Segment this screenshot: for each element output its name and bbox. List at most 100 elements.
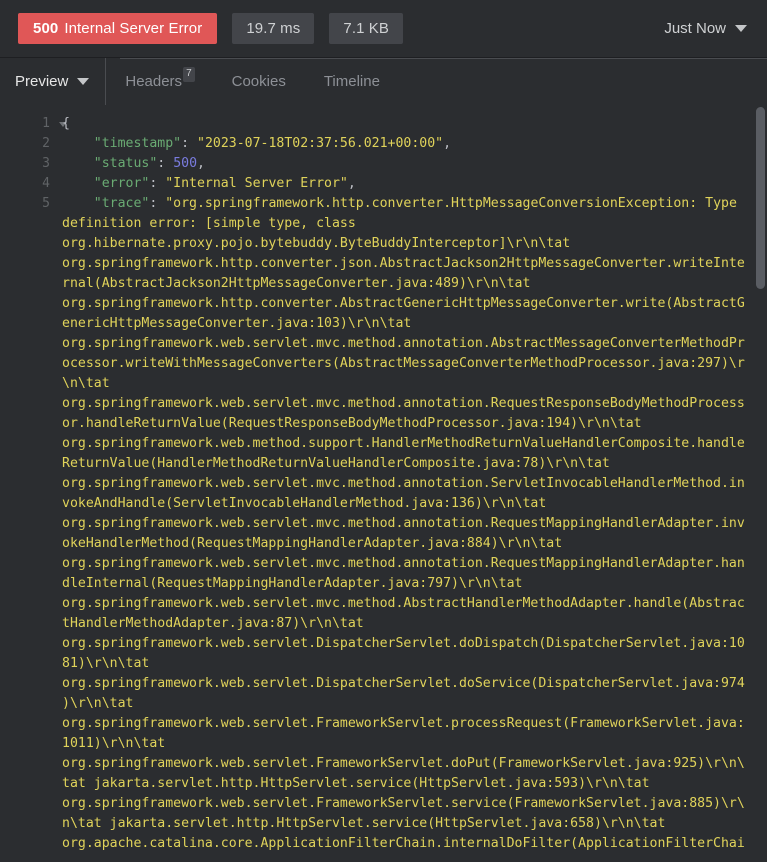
code-line: n\tat jakarta.servlet.http.HttpServlet.s… [62, 814, 745, 834]
code-line: org.springframework.web.servlet.Framewor… [62, 714, 745, 734]
code-token: okeHandlerMethod(RequestMappingHandlerAd… [62, 536, 563, 551]
code-line: vokeAndHandle(ServletInvocableHandlerMet… [62, 494, 745, 514]
code-token: definition error: [simple type, class [62, 216, 356, 231]
tab-headers[interactable]: Headers 7 [106, 58, 212, 105]
code-line: okeHandlerMethod(RequestMappingHandlerAd… [62, 534, 745, 554]
timestamp-label: Just Now [664, 20, 726, 37]
code-line: org.springframework.web.method.support.H… [62, 434, 745, 454]
code-line: org.springframework.http.converter.Abstr… [62, 294, 745, 314]
code-line: org.springframework.web.servlet.mvc.meth… [62, 334, 745, 354]
code-token: : [149, 176, 166, 191]
code-token: org.springframework.web.servlet.mvc.meth… [62, 516, 745, 531]
code-line: org.springframework.web.servlet.mvc.meth… [62, 594, 745, 614]
code-token: or.handleReturnValue(RequestResponseBody… [62, 416, 642, 431]
tab-preview-label: Preview [15, 73, 69, 90]
json-code-content[interactable]: { "timestamp": "2023-07-18T02:37:56.021+… [62, 114, 745, 854]
code-token: n\tat jakarta.servlet.http.HttpServlet.s… [62, 816, 666, 831]
tab-headers-count-badge: 7 [183, 67, 195, 82]
json-preview-panel: 1 2 3 4 5 { "timestamp": "2023-07-18T02:37:5… [0, 105, 767, 862]
code-token: : [181, 136, 197, 151]
code-token: , [443, 136, 452, 151]
code-token: org.springframework.http.converter.json.… [62, 256, 745, 271]
code-line: 1011)\r\n\tat [62, 734, 745, 754]
status-badge: 500 Internal Server Error [18, 13, 218, 44]
code-line: org.hibernate.proxy.pojo.bytebuddy.ByteB… [62, 234, 745, 254]
code-scroll-viewport[interactable]: { "timestamp": "2023-07-18T02:37:56.021+… [57, 105, 767, 862]
code-token: rnal(AbstractJackson2HttpMessageConverte… [62, 276, 531, 291]
status-code: 500 [33, 20, 59, 37]
code-token: org.springframework.web.servlet.mvc.meth… [62, 596, 745, 611]
code-token: org.springframework.web.servlet.mvc.meth… [62, 336, 745, 351]
code-line: or.handleReturnValue(RequestResponseBody… [62, 414, 745, 434]
code-token: org.springframework.web.servlet.mvc.meth… [62, 476, 745, 491]
code-line: tat jakarta.servlet.http.HttpServlet.ser… [62, 774, 745, 794]
code-token: ReturnValue(HandlerMethodReturnValueHand… [62, 456, 610, 471]
code-token: org.springframework.http.converter.Abstr… [62, 296, 745, 311]
size-badge: 7.1 KB [329, 13, 404, 44]
code-token: "org.springframework.http.converter.Http… [165, 196, 737, 211]
code-token: "timestamp" [93, 136, 182, 151]
code-token: , [197, 156, 205, 171]
line-number: 5 [42, 196, 50, 211]
code-token: "2023-07-18T02:37:56.021+00:00" [197, 136, 444, 151]
code-token: org.apache.catalina.core.ApplicationFilt… [62, 836, 745, 851]
code-line: { [62, 114, 745, 134]
code-line: org.springframework.web.servlet.Dispatch… [62, 634, 745, 654]
code-token: tHandlerMethodAdapter.java:87)\r\n\tat [62, 616, 364, 631]
timestamp-dropdown[interactable]: Just Now [664, 20, 753, 37]
code-line: org.springframework.web.servlet.Framewor… [62, 794, 745, 814]
code-line: "status": 500, [62, 154, 745, 174]
code-token: org.springframework.web.servlet.Dispatch… [62, 636, 745, 651]
code-token: : [149, 196, 166, 211]
tab-preview[interactable]: Preview [0, 58, 107, 105]
code-token: org.springframework.web.servlet.Framewor… [62, 716, 745, 731]
code-token: vokeAndHandle(ServletInvocableHandlerMet… [62, 496, 547, 511]
tab-headers-label: Headers [125, 73, 183, 90]
tab-cookies-label: Cookies [231, 73, 286, 90]
code-line: enericHttpMessageConverter.java:103)\r\n… [62, 314, 745, 334]
tab-timeline[interactable]: Timeline [305, 58, 399, 105]
code-token: enericHttpMessageConverter.java:103)\r\n… [62, 316, 412, 331]
code-line: tHandlerMethodAdapter.java:87)\r\n\tat [62, 614, 745, 634]
response-tab-bar: Preview Headers 7 Cookies Timeline [0, 58, 767, 105]
code-line: org.springframework.web.servlet.mvc.meth… [62, 554, 745, 574]
code-line: "timestamp": "2023-07-18T02:37:56.021+00… [62, 134, 745, 154]
response-status-bar: 500 Internal Server Error 19.7 ms 7.1 KB … [0, 0, 767, 58]
line-number-gutter: 1 2 3 4 5 [0, 105, 67, 862]
code-token: dleInternal(RequestMappingHandlerAdapter… [62, 576, 523, 591]
code-line: rnal(AbstractJackson2HttpMessageConverte… [62, 274, 745, 294]
code-line: "trace": "org.springframework.http.conve… [62, 194, 745, 214]
code-token: 1011)\r\n\tat [62, 736, 166, 751]
line-number: 4 [42, 176, 50, 191]
code-token: : [157, 156, 174, 171]
code-line: org.springframework.web.servlet.Dispatch… [62, 674, 745, 694]
code-line: org.apache.catalina.core.ApplicationFilt… [62, 834, 745, 854]
code-token: \n\tat [62, 376, 110, 391]
code-line: )\r\n\tat [62, 694, 745, 714]
code-line: org.springframework.web.servlet.Framewor… [62, 754, 745, 774]
code-token: "trace" [93, 196, 150, 211]
vertical-scrollbar-thumb[interactable] [756, 107, 765, 289]
code-token: )\r\n\tat [62, 696, 134, 711]
vertical-scrollbar[interactable] [754, 105, 767, 862]
code-token: "error" [93, 176, 150, 191]
code-token: 500 [173, 156, 198, 171]
code-line: ocessor.writeWithMessageConverters(Abstr… [62, 354, 745, 374]
code-line: dleInternal(RequestMappingHandlerAdapter… [62, 574, 745, 594]
tab-timeline-label: Timeline [323, 73, 380, 90]
chevron-down-icon [735, 25, 747, 32]
code-line: "error": "Internal Server Error", [62, 174, 745, 194]
code-token: ocessor.writeWithMessageConverters(Abstr… [62, 356, 745, 371]
tab-cookies[interactable]: Cookies [213, 58, 305, 105]
code-token: org.springframework.web.servlet.Framewor… [62, 756, 745, 771]
code-token: , [347, 176, 356, 191]
chevron-down-icon[interactable] [77, 78, 90, 85]
duration-badge: 19.7 ms [232, 13, 315, 44]
code-line: org.springframework.http.converter.json.… [62, 254, 745, 274]
line-number: 2 [42, 136, 50, 151]
line-number: 1 [0, 114, 67, 134]
code-line: \n\tat [62, 374, 745, 394]
status-text: Internal Server Error [64, 20, 203, 37]
code-token: { [62, 116, 70, 131]
code-token: tat jakarta.servlet.http.HttpServlet.ser… [62, 776, 650, 791]
